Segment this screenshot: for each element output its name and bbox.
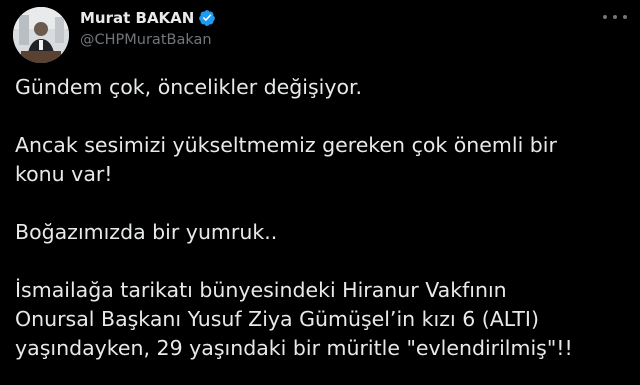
author-display-name[interactable]: Murat BAKAN bbox=[80, 9, 194, 27]
tweet-line: Gündem çok, öncelikler değişiyor. bbox=[15, 75, 363, 99]
tweet-card[interactable]: Murat BAKAN @CHPMuratBakan Gündem çok, ö… bbox=[0, 0, 640, 385]
author-handle[interactable]: @CHPMuratBakan bbox=[80, 32, 216, 48]
tweet-line: konu var! bbox=[15, 162, 113, 186]
author-name-row: Murat BAKAN bbox=[80, 8, 216, 28]
more-options-icon[interactable] bbox=[603, 10, 627, 24]
avatar[interactable] bbox=[13, 7, 69, 63]
avatar-photo bbox=[13, 7, 69, 63]
tweet-line: İsmailağa tarikatı bünyesindeki Hiranur … bbox=[15, 278, 507, 302]
verified-badge-icon bbox=[198, 9, 216, 27]
tweet-line: Ancak sesimizi yükseltmemiz gereken çok … bbox=[15, 133, 557, 157]
tweet-line: Onursal Başkanı Yusuf Ziya Gümüşel’in kı… bbox=[15, 307, 539, 331]
tweet-line: Boğazımızda bir yumruk.. bbox=[15, 220, 278, 244]
tweet-text: Gündem çok, öncelikler değişiyor. Ancak … bbox=[15, 73, 635, 363]
author-block: Murat BAKAN @CHPMuratBakan bbox=[80, 8, 216, 48]
tweet-line: yaşındayken, 29 yaşındaki bir müritle "e… bbox=[15, 336, 573, 360]
